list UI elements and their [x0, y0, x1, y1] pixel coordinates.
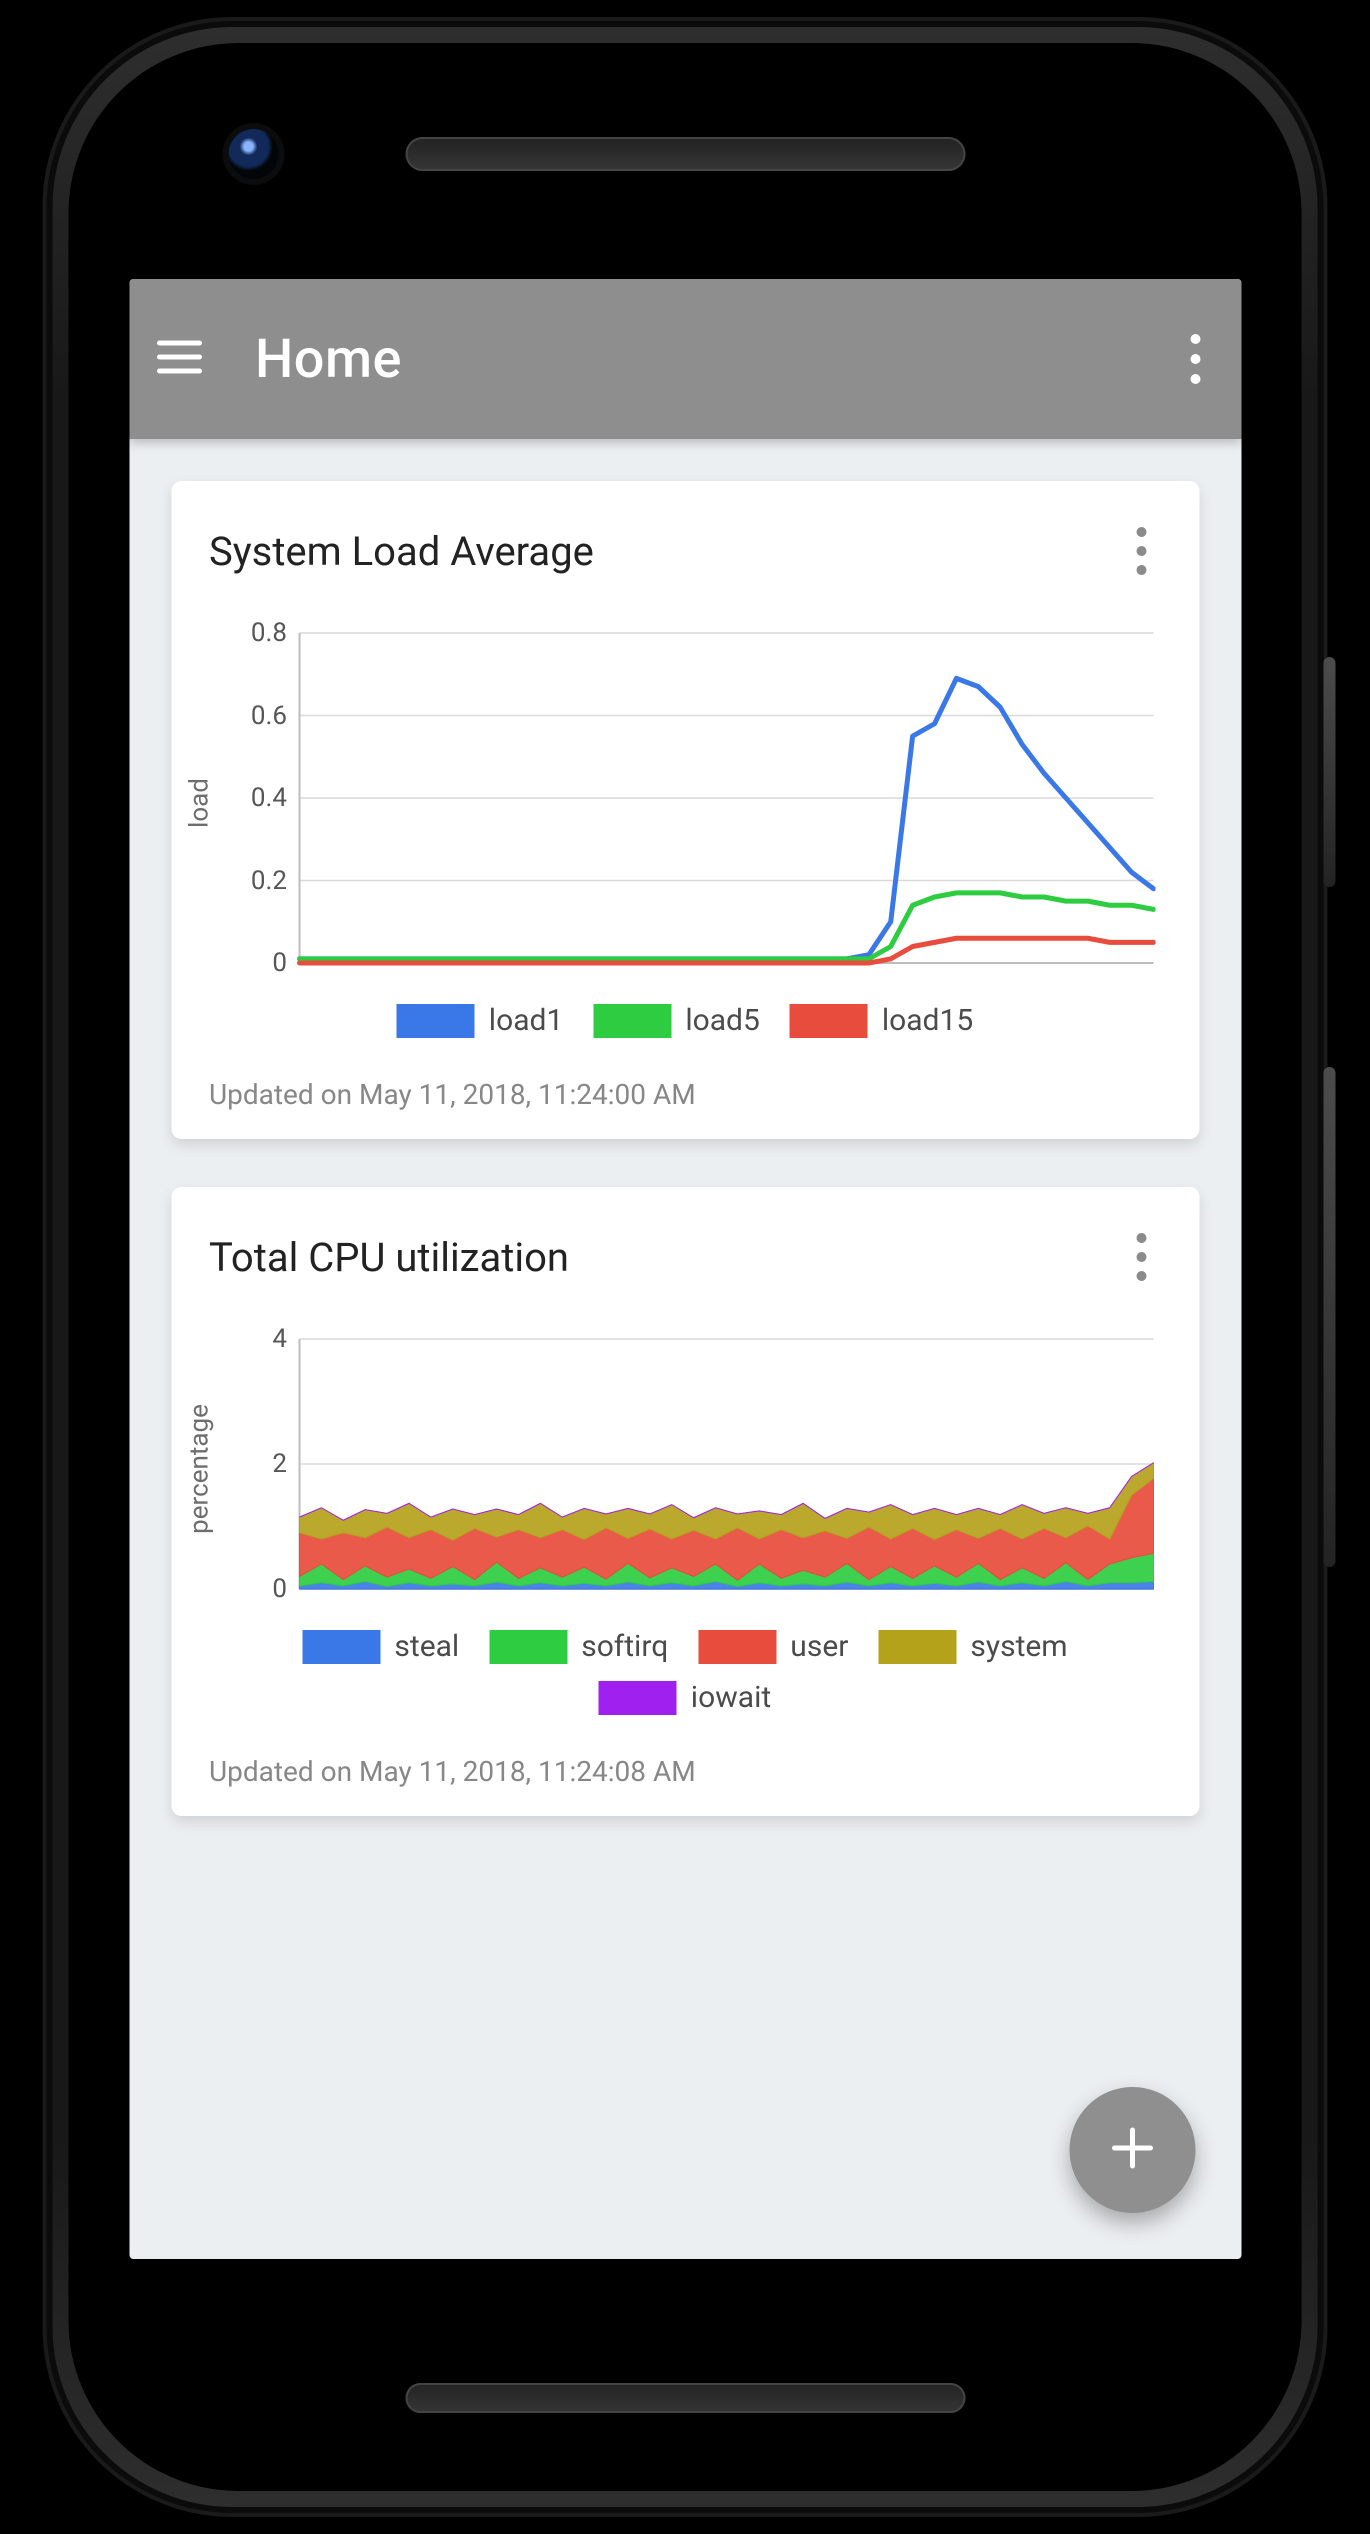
legend-label: user — [790, 1629, 848, 1664]
y-tick-label: 0.4 — [217, 783, 287, 813]
plus-icon — [1106, 2122, 1158, 2178]
chart-system-load: load 00.20.40.60.8 — [205, 623, 1165, 983]
legend-label: iowait — [691, 1680, 771, 1715]
y-axis-label: load — [184, 778, 214, 828]
phone-earpiece — [405, 137, 965, 171]
legend-label: load1 — [489, 1003, 564, 1038]
y-tick-label: 0.2 — [217, 866, 287, 896]
legend-label: load15 — [882, 1003, 973, 1038]
legend-swatch — [599, 1681, 677, 1715]
legend-swatch — [790, 1004, 868, 1038]
legend-swatch — [302, 1630, 380, 1664]
more-vertical-icon — [1190, 334, 1200, 384]
volume-button-top — [1324, 657, 1336, 887]
add-fab[interactable] — [1069, 2087, 1195, 2213]
legend-item: load15 — [790, 1003, 973, 1038]
menu-button[interactable] — [147, 327, 211, 391]
legend-item: system — [878, 1629, 1067, 1664]
legend-swatch — [698, 1630, 776, 1664]
y-axis-ticks: 00.20.40.60.8 — [217, 623, 287, 983]
legend-swatch — [397, 1004, 475, 1038]
y-axis-ticks: 024 — [217, 1329, 287, 1609]
card-title: System Load Average — [209, 528, 594, 575]
chart-canvas — [295, 1329, 1155, 1609]
appbar-overflow-menu[interactable] — [1175, 327, 1215, 391]
page-title: Home — [255, 328, 402, 391]
y-tick-label: 0 — [217, 948, 287, 978]
hamburger-icon — [155, 337, 203, 381]
legend-swatch — [489, 1630, 567, 1664]
y-tick-label: 0 — [217, 1574, 287, 1604]
legend-item: load5 — [593, 1003, 760, 1038]
card-overflow-menu[interactable] — [1121, 519, 1161, 583]
legend-item: softirq — [489, 1629, 668, 1664]
legend-label: steal — [394, 1629, 459, 1664]
y-tick-label: 0.8 — [217, 618, 287, 648]
legend-label: load5 — [685, 1003, 760, 1038]
y-axis-label: percentage — [184, 1404, 214, 1534]
card-updated-text: Updated on May 11, 2018, 11:24:08 AM — [209, 1755, 1165, 1788]
app-bar: Home — [129, 279, 1241, 439]
card-overflow-menu[interactable] — [1121, 1225, 1161, 1289]
legend-swatch — [593, 1004, 671, 1038]
legend-item: load1 — [397, 1003, 564, 1038]
phone-front-camera — [229, 129, 279, 179]
legend-item: user — [698, 1629, 848, 1664]
card-title: Total CPU utilization — [209, 1234, 569, 1281]
card-system-load: System Load Average load 0 0.2 0.4 0.6 0.8 — [171, 481, 1199, 1139]
legend-label: softirq — [581, 1629, 668, 1664]
more-vertical-icon — [1136, 527, 1146, 575]
card-cpu-utilization: Total CPU utilization percentage 0 2 4 — [171, 1187, 1199, 1816]
chart-legend: steal softirq user system iowait — [205, 1629, 1165, 1715]
y-tick-label: 4 — [217, 1324, 287, 1354]
legend-swatch — [878, 1630, 956, 1664]
chart-cpu-utilization: percentage 024 — [205, 1329, 1165, 1609]
volume-button-bottom — [1324, 1067, 1336, 1567]
app-screen: Home System Load Average — [129, 279, 1241, 2259]
legend-item: steal — [302, 1629, 459, 1664]
legend-item: iowait — [599, 1680, 771, 1715]
y-tick-label: 0.6 — [217, 701, 287, 731]
card-updated-text: Updated on May 11, 2018, 11:24:00 AM — [209, 1078, 1165, 1111]
chart-canvas — [295, 623, 1155, 983]
chart-legend: load1 load5 load15 — [205, 1003, 1165, 1038]
phone-bottom-speaker — [405, 2383, 965, 2413]
more-vertical-icon — [1136, 1233, 1146, 1281]
y-tick-label: 2 — [217, 1449, 287, 1479]
legend-label: system — [970, 1629, 1067, 1664]
